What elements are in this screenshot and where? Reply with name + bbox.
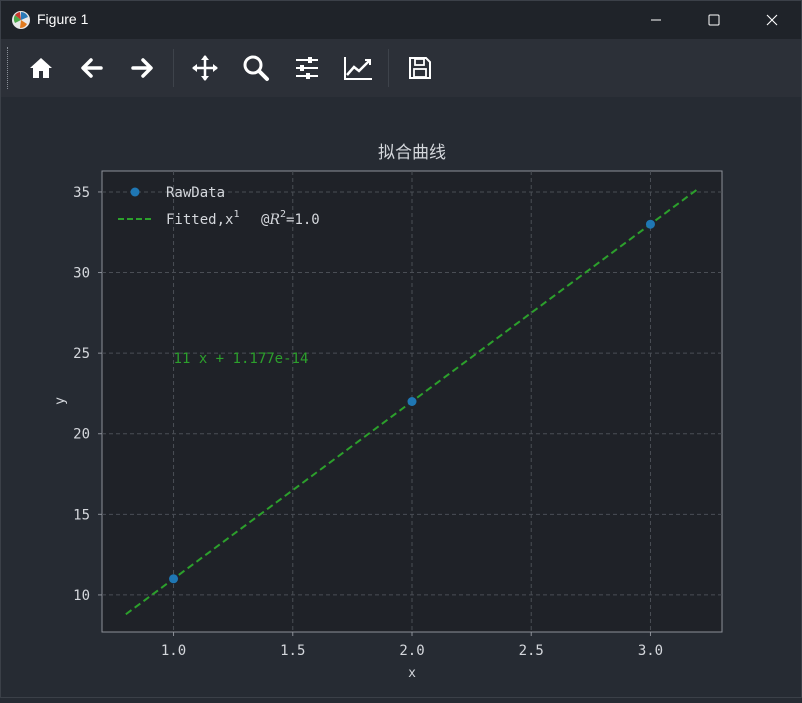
y-tick-label: 35	[73, 185, 90, 201]
y-tick-label: 10	[73, 588, 90, 604]
move-icon	[192, 55, 218, 81]
fit-equation-annotation: 11 x + 1.177e-14	[174, 351, 309, 367]
figure-canvas[interactable]: 拟合曲线 1.0 1.5 2.0 2.5 3.0 10 15 20 25 30 35 11 x + …	[1, 97, 802, 699]
zoom-button[interactable]	[238, 50, 274, 86]
forward-button[interactable]	[124, 50, 160, 86]
save-icon	[409, 57, 431, 79]
x-tick-label: 1.5	[280, 643, 305, 659]
sliders-icon	[296, 57, 318, 79]
close-icon	[766, 14, 778, 26]
window-title: Figure 1	[37, 11, 89, 27]
chart-title: 拟合曲线	[378, 143, 446, 163]
x-tick-label: 3.0	[638, 643, 663, 659]
matplotlib-icon	[12, 11, 30, 29]
figure-window: Figure 1 拟合曲线 1.0 1.5 2.0 2.5 3.0 10 15 …	[0, 0, 802, 698]
legend-marker-rawdata	[130, 187, 140, 197]
y-tick-label: 20	[73, 427, 90, 443]
navigation-toolbar	[1, 39, 801, 97]
y-axis-label: y	[53, 397, 68, 405]
maximize-icon	[708, 14, 720, 26]
title-bar: Figure 1	[1, 1, 801, 39]
edit-axis-button[interactable]	[340, 50, 376, 86]
toolbar-separator	[173, 49, 174, 87]
toolbar-separator	[388, 49, 389, 87]
home-icon	[30, 58, 52, 78]
toolbar-grip[interactable]	[7, 47, 10, 89]
x-tick-label: 1.0	[161, 643, 186, 659]
arrow-left-icon	[81, 58, 103, 78]
maximize-button[interactable]	[685, 1, 743, 39]
chart: 拟合曲线 1.0 1.5 2.0 2.5 3.0 10 15 20 25 30 35 11 x + …	[53, 143, 723, 681]
raw-data-point	[645, 219, 655, 229]
minimize-icon	[651, 19, 661, 21]
x-tick-label: 2.0	[399, 643, 424, 659]
legend-label-rawdata: RawData	[166, 185, 225, 201]
x-tick-label: 2.5	[519, 643, 544, 659]
chart-line-icon	[344, 57, 372, 80]
raw-data-point	[169, 574, 179, 584]
pan-button[interactable]	[187, 50, 223, 86]
raw-data-point	[407, 397, 417, 406]
x-axis-label: x	[408, 666, 416, 681]
save-button[interactable]	[402, 50, 438, 86]
close-button[interactable]	[743, 1, 801, 39]
minimize-button[interactable]	[627, 1, 685, 39]
y-tick-label: 25	[73, 346, 90, 362]
y-tick-label: 30	[73, 266, 90, 282]
arrow-right-icon	[131, 58, 153, 78]
search-icon	[243, 55, 269, 81]
y-tick-label: 15	[73, 507, 90, 523]
home-button[interactable]	[23, 50, 59, 86]
back-button[interactable]	[74, 50, 110, 86]
configure-subplots-button[interactable]	[289, 50, 325, 86]
